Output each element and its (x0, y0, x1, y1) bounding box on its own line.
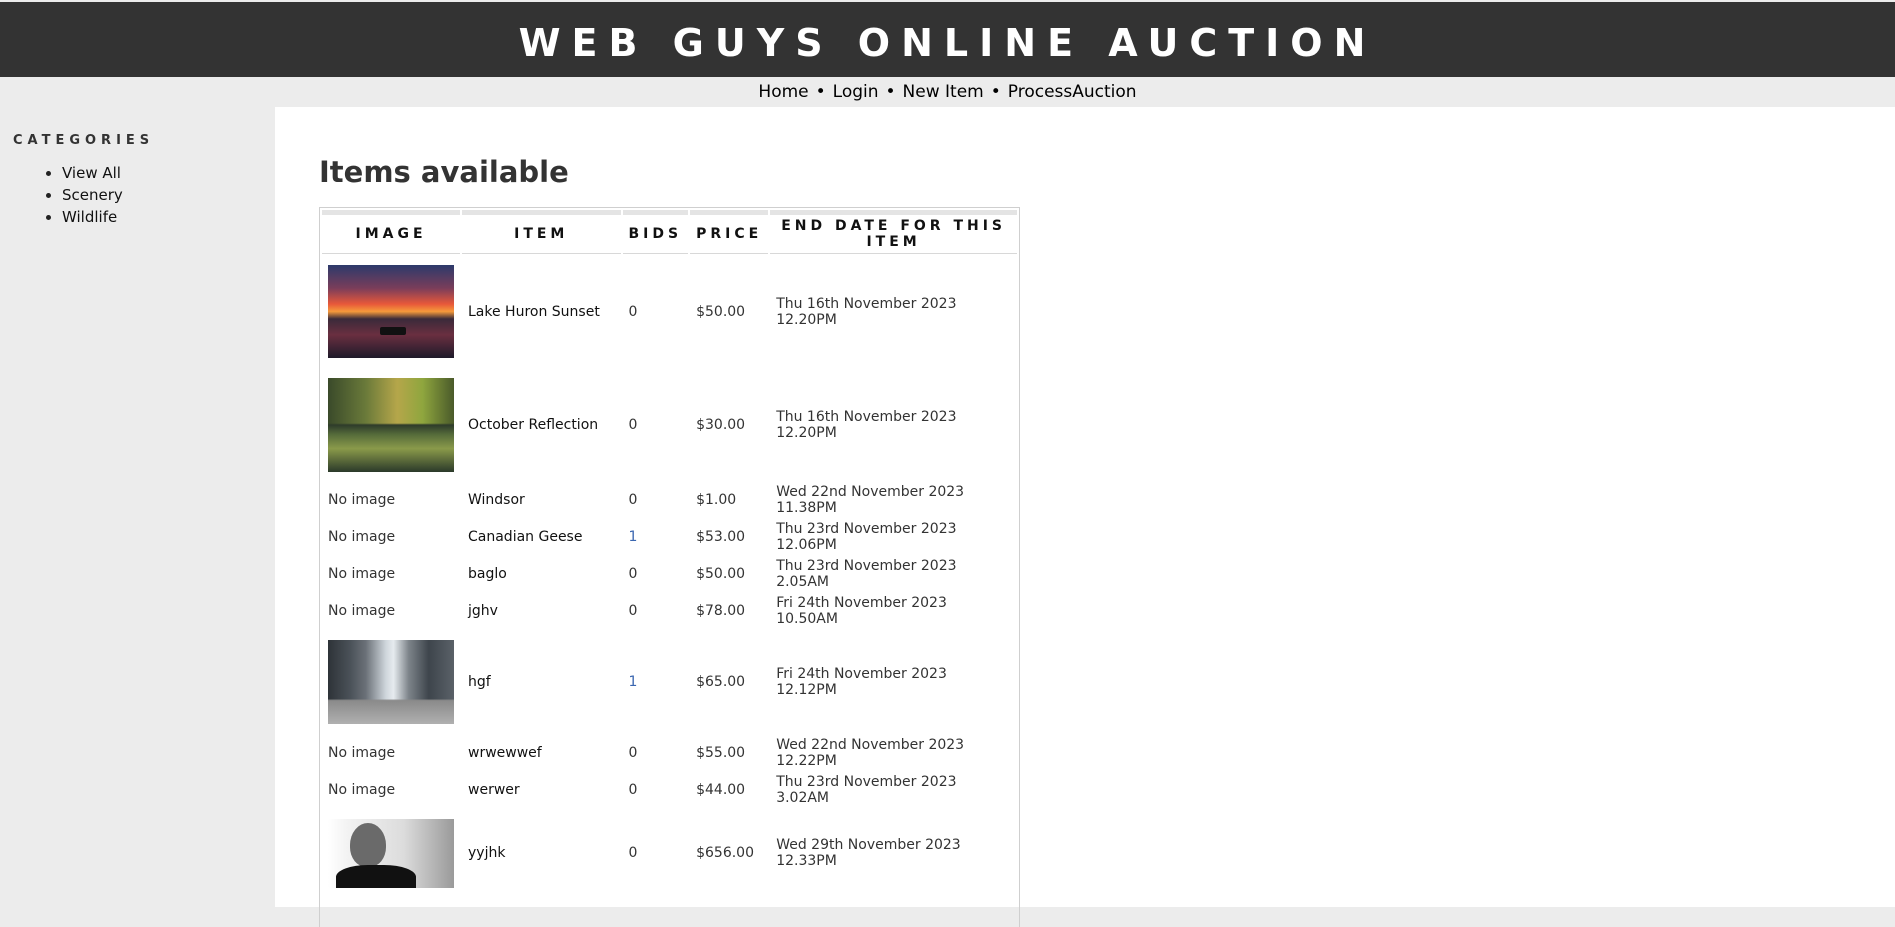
bid-count: 0 (628, 602, 638, 619)
table-row[interactable]: hgf 1 $65.00 Fri 24th November 2023 12.1… (322, 630, 1017, 733)
category-wildlife-link[interactable]: Wildlife (62, 208, 117, 226)
site-header: WEB GUYS ONLINE AUCTION (0, 2, 1895, 77)
category-scenery-link[interactable]: Scenery (62, 186, 123, 204)
portrait-body-shape (336, 864, 416, 888)
bid-count: 0 (628, 565, 638, 582)
end-date: Wed 22nd November 2023 11.38PM (776, 483, 965, 516)
bid-count: 0 (628, 303, 638, 320)
item-price: $50.00 (696, 565, 746, 582)
bid-count: 0 (628, 416, 638, 433)
table-row[interactable]: Lake Huron Sunset 0 $50.00 Thu 16th Nove… (322, 256, 1017, 367)
table-row[interactable]: No image baglo 0 $50.00 Thu 23rd Novembe… (322, 556, 1017, 591)
item-name[interactable]: Windsor (462, 482, 621, 517)
item-price: $55.00 (696, 744, 746, 761)
table-row[interactable]: No image Windsor 0 $1.00 Wed 22nd Novemb… (322, 482, 1017, 517)
category-view-all-link[interactable]: View All (62, 164, 121, 182)
item-name[interactable]: Lake Huron Sunset (462, 256, 621, 367)
column-header-item: ITEM (462, 210, 621, 254)
no-image-label: No image (328, 565, 396, 582)
forest-reflection-photo[interactable] (328, 377, 454, 472)
main-nav: Home • Login • New Item • ProcessAuction (0, 77, 1895, 107)
image-cell (322, 369, 460, 480)
end-date: Fri 24th November 2023 10.50AM (776, 594, 947, 627)
no-image-label: No image (328, 491, 396, 508)
portrait-photo[interactable] (328, 818, 454, 888)
end-date: Thu 23rd November 2023 12.06PM (776, 520, 957, 553)
item-name[interactable]: wrwewwef (462, 735, 621, 770)
image-cell (322, 256, 460, 367)
end-date: Fri 24th November 2023 12.12PM (776, 665, 947, 698)
table-row[interactable]: No image jghv 0 $78.00 Fri 24th November… (322, 593, 1017, 628)
end-date: Thu 16th November 2023 12.20PM (776, 408, 957, 441)
image-cell (322, 630, 460, 733)
item-name[interactable]: baglo (462, 556, 621, 591)
no-image-label: No image (328, 528, 396, 545)
table-row[interactable]: No image Canadian Geese 1 $53.00 Thu 23r… (322, 519, 1017, 554)
end-date: Wed 29th November 2023 12.33PM (776, 837, 961, 869)
table-row[interactable]: October Reflection 0 $30.00 Thu 16th Nov… (322, 369, 1017, 480)
column-header-bids: BIDS (622, 210, 689, 254)
table-row[interactable]: No image wrwewwef 0 $55.00 Wed 22nd Nove… (322, 735, 1017, 770)
table-row[interactable]: No image werwer 0 $44.00 Thu 23rd Novemb… (322, 772, 1017, 807)
item-price: $44.00 (696, 781, 746, 798)
item-price: $78.00 (696, 602, 746, 619)
end-date: Thu 23rd November 2023 3.02AM (776, 773, 957, 806)
nav-separator: • (885, 82, 896, 102)
table-row[interactable]: yyjhk 0 $656.00 Wed 29th November 2023 1… (322, 809, 1017, 897)
item-price: $53.00 (696, 528, 746, 545)
column-header-image: IMAGE (322, 210, 460, 254)
item-price: $65.00 (696, 673, 746, 690)
sunset-photo[interactable] (328, 265, 454, 358)
item-name[interactable]: werwer (462, 772, 621, 807)
item-name[interactable]: Canadian Geese (462, 519, 621, 554)
categories-list: View All Scenery Wildlife (40, 162, 123, 228)
item-price: $656.00 (696, 845, 754, 861)
nav-separator: • (815, 82, 826, 102)
bid-count[interactable]: 1 (623, 519, 689, 554)
category-item: Scenery (62, 184, 123, 206)
main-content: Items available IMAGE ITEM BIDS PRICE EN… (275, 107, 1895, 927)
item-price: $30.00 (696, 416, 746, 433)
items-table: IMAGE ITEM BIDS PRICE END DATE FOR THIS … (320, 208, 1019, 899)
nav-new-item-link[interactable]: New Item (903, 82, 984, 102)
no-image-label: No image (328, 781, 396, 798)
column-header-price: PRICE (690, 210, 769, 254)
portrait-head-shape (350, 822, 386, 867)
nav-separator: • (990, 82, 1001, 102)
sidebar: CATEGORIES View All Scenery Wildlife (0, 107, 275, 907)
item-name[interactable]: hgf (462, 630, 621, 733)
nav-home-link[interactable]: Home (758, 82, 808, 102)
no-image-label: No image (328, 602, 396, 619)
bid-count: 0 (628, 491, 638, 508)
table-header-row: IMAGE ITEM BIDS PRICE END DATE FOR THIS … (322, 210, 1017, 254)
site-title: WEB GUYS ONLINE AUCTION (518, 20, 1377, 65)
item-name[interactable]: October Reflection (462, 369, 621, 480)
end-date: Thu 23rd November 2023 2.05AM (776, 557, 957, 590)
bid-count: 0 (628, 845, 638, 861)
item-name[interactable]: jghv (462, 593, 621, 628)
items-table-container: IMAGE ITEM BIDS PRICE END DATE FOR THIS … (319, 207, 1020, 927)
image-cell (322, 809, 460, 897)
item-price: $50.00 (696, 303, 746, 320)
no-image-label: No image (328, 744, 396, 761)
item-price: $1.00 (696, 491, 737, 508)
city-street-photo[interactable] (328, 639, 454, 724)
bid-count: 0 (628, 781, 638, 798)
nav-process-auction-link[interactable]: ProcessAuction (1008, 82, 1137, 102)
bid-count: 0 (628, 744, 638, 761)
bid-count[interactable]: 1 (623, 630, 689, 733)
end-date: Thu 16th November 2023 12.20PM (776, 295, 957, 328)
page-title: Items available (319, 155, 569, 189)
item-name[interactable]: yyjhk (462, 809, 621, 897)
end-date: Wed 22nd November 2023 12.22PM (776, 736, 965, 769)
nav-login-link[interactable]: Login (833, 82, 879, 102)
categories-heading: CATEGORIES (13, 133, 155, 148)
column-header-end-date: END DATE FOR THIS ITEM (770, 210, 1017, 254)
category-item: View All (62, 162, 123, 184)
category-item: Wildlife (62, 206, 123, 228)
